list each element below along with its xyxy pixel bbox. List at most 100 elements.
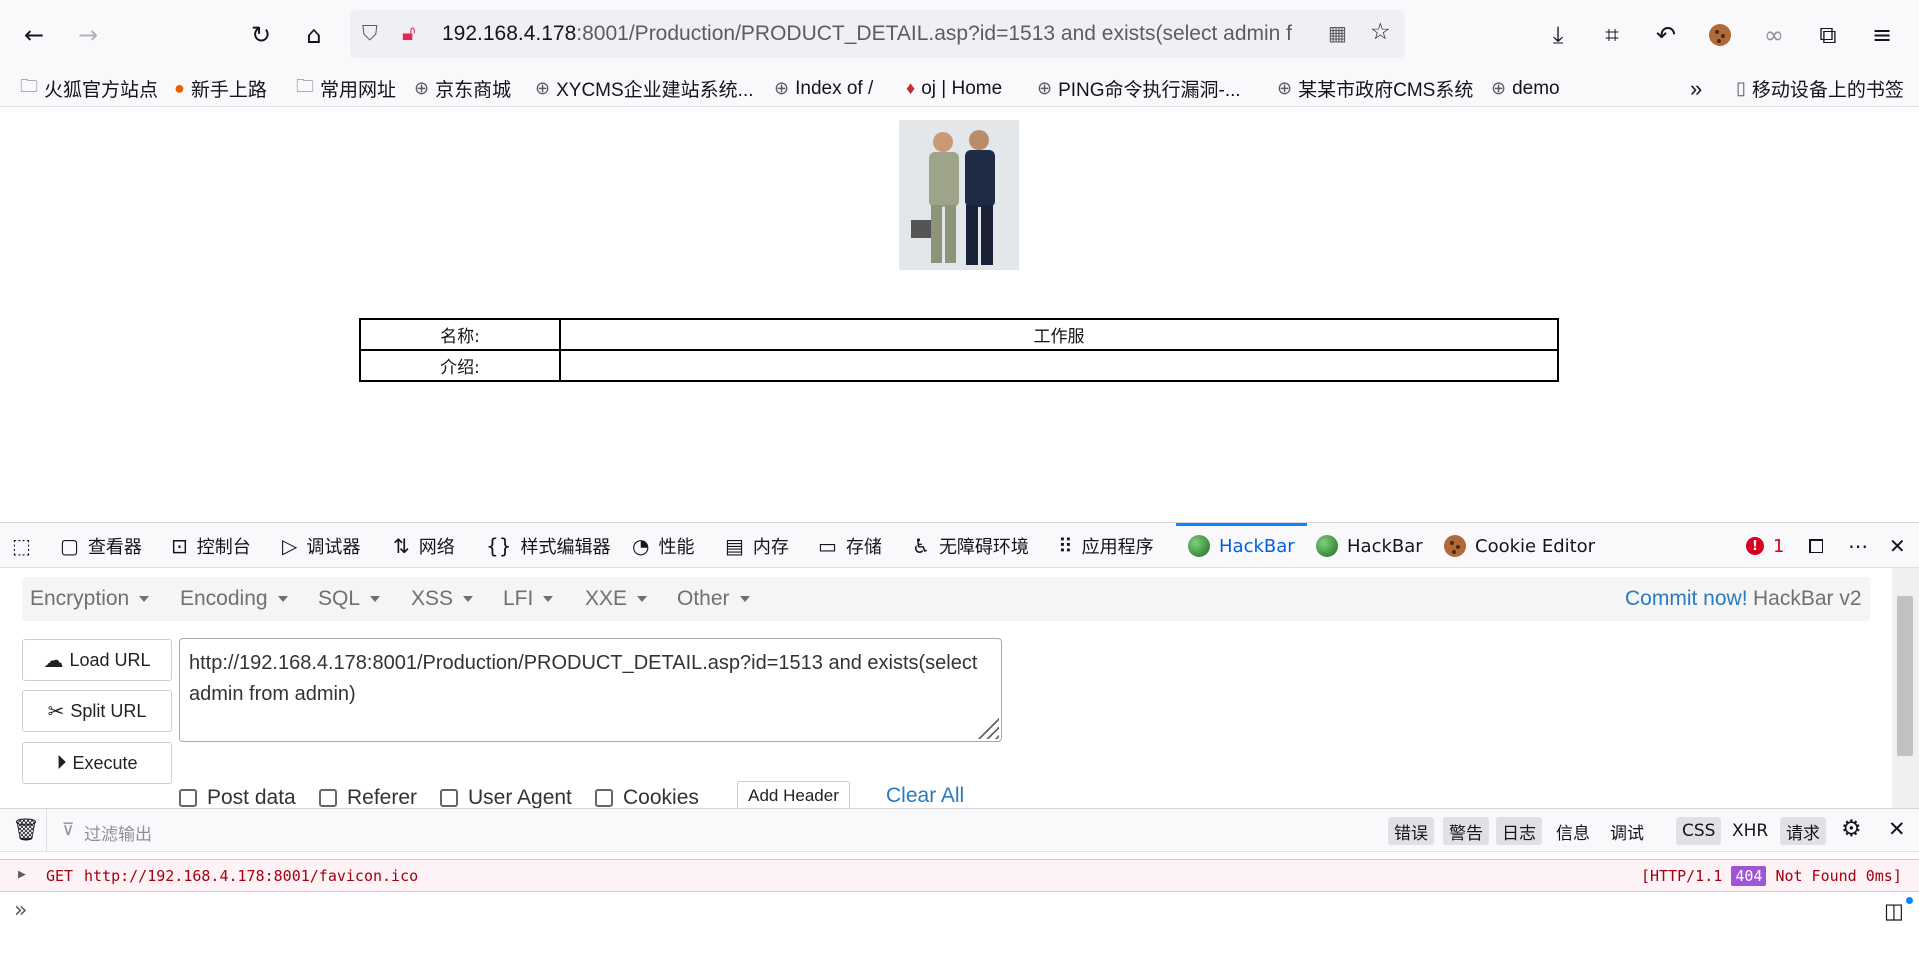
tab-storage[interactable]: ▭ 存储 [818,523,882,569]
cookies-checkbox[interactable]: Cookies [595,786,699,809]
tab-hackbar-active[interactable]: HackBar [1176,523,1307,569]
user-agent-checkbox[interactable]: User Agent [440,786,572,809]
filter-debug[interactable]: 调试 [1604,817,1650,845]
split-editor-icon[interactable]: ◫ [1884,899,1904,923]
menu-hamburger-icon[interactable]: ≡ [1864,17,1900,53]
bookmark-item[interactable]: ⊕ Index of / [774,70,873,107]
bookmark-item[interactable]: ♦ oj | Home [906,70,1002,107]
log-url[interactable]: http://192.168.4.178:8001/favicon.ico [84,867,418,885]
menu-label: XSS [411,587,454,610]
filter-output-input[interactable]: 过滤输出 [84,820,152,845]
more-options-icon[interactable]: ⋯ [1848,523,1868,569]
bookmark-item[interactable]: ⊕ XYCMS企业建站系统... [535,70,754,107]
filter-logs[interactable]: 日志 [1496,817,1542,845]
tab-style-editor[interactable]: {} 样式编辑器 [486,523,610,569]
split-url-button[interactable]: ✂ Split URL [22,690,172,732]
tab-hackbar[interactable]: HackBar [1316,523,1423,569]
expand-triangle-icon[interactable]: ▶ [18,867,26,882]
shield-icon[interactable]: ⛉ [362,21,378,46]
bookmark-star-icon[interactable]: ☆ [1370,19,1391,45]
download-icon[interactable]: ⤓ [1540,17,1576,53]
cookie-icon [1444,535,1466,557]
commit-now-link[interactable]: Commit now! [1625,577,1748,621]
filter-errors[interactable]: 错误 [1388,817,1434,845]
checkbox-box[interactable] [440,789,458,807]
post-data-checkbox[interactable]: Post data [179,786,296,809]
filter-xhr[interactable]: XHR [1726,817,1774,845]
menu-xxe[interactable]: XXE [585,577,648,621]
load-url-button[interactable]: ☁ Load URL [22,639,172,681]
tab-label: HackBar [1219,535,1295,557]
filter-warnings[interactable]: 警告 [1443,817,1489,845]
menu-sql[interactable]: SQL [318,577,381,621]
close-icon[interactable]: ✕ [1889,523,1906,569]
scrollbar-thumb[interactable] [1897,596,1913,756]
tab-cookie-editor[interactable]: Cookie Editor [1444,523,1595,569]
checkbox-box[interactable] [595,789,613,807]
console-input-row[interactable]: » ◫ [0,893,1919,929]
reload-icon[interactable]: ↻ [243,17,279,53]
bookmark-item[interactable]: 🗀 火狐官方站点 [20,70,158,107]
bookmark-item[interactable]: 🗀 常用网址 [296,70,396,107]
globe-icon: ⊕ [1491,78,1507,98]
bookmark-label: demo [1512,77,1560,99]
tab-inspector[interactable]: ▢ 查看器 [60,523,142,569]
element-picker-icon[interactable]: ⬚ [12,523,31,569]
mobile-bookmarks[interactable]: ▯ 移动设备上的书签 [1736,70,1904,107]
address-bar[interactable]: ⛉ 🔓︎ 192.168.4.178:8001/Production/PRODU… [350,10,1405,58]
undo-icon[interactable]: ↶ [1648,17,1684,53]
tab-label: 调试器 [306,537,361,558]
tab-accessibility[interactable]: ♿︎ 无障碍环境 [912,523,1029,569]
filter-requests[interactable]: 请求 [1780,817,1826,845]
vpn-extension-icon[interactable]: ∞ [1756,17,1792,53]
globe-icon: ⊕ [535,78,551,98]
tab-debugger[interactable]: ▷ 调试器 [282,523,360,569]
checkbox-box[interactable] [319,789,337,807]
extensions-puzzle-icon[interactable]: ⧉ [1810,17,1846,53]
referer-checkbox[interactable]: Referer [319,786,417,809]
menu-label: LFI [503,587,534,610]
clear-all-link[interactable]: Clear All [886,784,964,808]
gear-icon[interactable]: ⚙ [1841,816,1862,842]
console-error-row[interactable]: ▶ GET http://192.168.4.178:8001/favicon.… [0,859,1919,892]
execute-button[interactable]: ⏵ Execute [22,742,172,784]
checkbox-box[interactable] [179,789,197,807]
tab-application[interactable]: ⠿ 应用程序 [1058,523,1154,569]
menu-encryption[interactable]: Encryption [30,577,150,621]
add-header-button[interactable]: Add Header [737,781,850,811]
trash-icon[interactable]: 🗑︎ [12,818,40,843]
dock-side-icon[interactable]: ⧠ [1808,523,1824,569]
qr-code-icon[interactable]: ▦ [1328,21,1347,45]
bookmark-item[interactable]: ⊕ PING命令执行漏洞-... [1037,70,1241,107]
filter-css[interactable]: CSS [1676,817,1722,845]
bookmark-item[interactable]: ⊕ 京东商城 [414,70,511,107]
insecure-lock-icon[interactable]: 🔓︎ [402,21,416,46]
chevron-double-right-icon[interactable]: » [1690,70,1702,107]
bookmark-item[interactable]: ⊕ 某某市政府CMS系统 [1277,70,1473,107]
tab-memory[interactable]: ▤ 内存 [725,523,789,569]
menu-encoding[interactable]: Encoding [180,577,288,621]
grid-icon: ⠿ [1058,534,1073,558]
screenshot-crop-icon[interactable]: ⌗ [1594,17,1630,53]
home-icon[interactable]: ⌂ [296,17,332,53]
tab-network[interactable]: ⇅ 网络 [393,523,455,569]
menu-other[interactable]: Other [677,577,750,621]
close-console-icon[interactable]: ✕ [1888,817,1906,841]
tab-performance[interactable]: ◔ 性能 [632,523,694,569]
filter-info[interactable]: 信息 [1550,817,1596,845]
cookie-extension-icon[interactable] [1702,17,1738,53]
url-text[interactable]: 192.168.4.178:8001/Production/PRODUCT_DE… [442,22,1322,46]
mobile-device-icon: ▯ [1736,78,1746,98]
forward-arrow-icon[interactable]: → [70,17,106,53]
menu-label: Encoding [180,587,268,610]
error-count[interactable]: ! 1 [1746,523,1784,569]
menu-xss[interactable]: XSS [411,577,474,621]
globe-icon: ⊕ [414,78,430,98]
resize-grip-icon[interactable] [977,717,999,739]
bookmark-item[interactable]: ● 新手上路 [174,70,267,107]
back-arrow-icon[interactable]: ← [16,17,52,53]
bookmark-item[interactable]: ⊕ demo [1491,70,1560,107]
url-textarea[interactable]: http://192.168.4.178:8001/Production/PRO… [179,638,1002,742]
menu-lfi[interactable]: LFI [503,577,554,621]
tab-console[interactable]: ⊡ 控制台 [171,523,251,569]
